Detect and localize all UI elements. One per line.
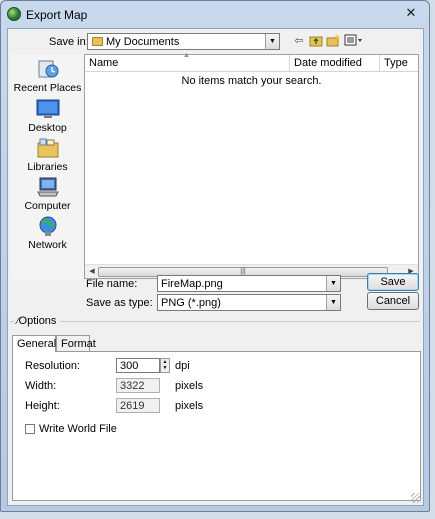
options-divider-right: [60, 321, 420, 322]
column-date-label: Date modified: [294, 57, 362, 69]
width-unit: pixels: [175, 380, 204, 392]
place-network[interactable]: Network: [11, 215, 84, 251]
width-label: Width:: [25, 380, 57, 392]
column-header-name[interactable]: Name ▲: [85, 52, 290, 71]
place-libraries[interactable]: Libraries: [11, 137, 84, 173]
desktop-icon: [36, 98, 60, 120]
view-menu-icon[interactable]: [344, 34, 364, 48]
window-title: Export Map: [26, 8, 88, 22]
height-label: Height:: [25, 400, 60, 412]
chevron-down-icon[interactable]: ▼: [265, 34, 279, 49]
resolution-label: Resolution:: [25, 360, 81, 372]
close-icon[interactable]: ✕: [403, 5, 419, 21]
stepper-down-icon[interactable]: ▼: [161, 365, 169, 371]
title-bar[interactable]: Export Map ✕: [1, 1, 429, 27]
write-world-file-checkbox[interactable]: [25, 424, 35, 434]
folder-icon: [92, 37, 103, 46]
save-in-value: My Documents: [106, 36, 180, 48]
file-name-value: FireMap.png: [161, 278, 223, 290]
sort-arrow-icon: ▲: [183, 52, 190, 59]
height-unit: pixels: [175, 400, 204, 412]
export-map-dialog: Export Map ✕ Save in: My Documents ▼ ⇦ R: [0, 0, 430, 512]
place-label: Computer: [24, 200, 71, 212]
column-header-type[interactable]: Type: [380, 55, 418, 71]
column-name-label: Name: [89, 57, 119, 69]
network-icon: [36, 215, 60, 237]
save-as-type-select[interactable]: PNG (*.png) ▼: [157, 294, 341, 311]
place-label: Libraries: [27, 161, 68, 173]
empty-message: No items match your search.: [181, 75, 322, 87]
place-label: Desktop: [28, 122, 67, 134]
resolution-unit: dpi: [175, 360, 190, 372]
save-in-label: Save in:: [49, 36, 89, 48]
place-computer[interactable]: Computer: [11, 176, 84, 212]
chevron-down-icon[interactable]: ▼: [326, 295, 340, 310]
header-divider: [85, 71, 418, 72]
computer-icon: [36, 176, 60, 198]
place-desktop[interactable]: Desktop: [11, 98, 84, 134]
libraries-icon: [36, 137, 60, 159]
resolution-input[interactable]: 300: [116, 358, 160, 373]
options-label: Options: [18, 315, 57, 327]
globe-app-icon: [7, 7, 21, 21]
save-in-combo[interactable]: My Documents ▼: [87, 33, 280, 50]
place-label: Recent Places: [13, 82, 82, 94]
place-label: Network: [28, 239, 67, 251]
options-toggle[interactable]: ⁄Options: [17, 315, 56, 327]
write-world-file-label: Write World File: [39, 423, 117, 435]
up-folder-icon[interactable]: [309, 34, 323, 48]
resolution-stepper[interactable]: ▲ ▼: [160, 358, 170, 373]
column-type-label: Type: [384, 57, 408, 69]
file-name-label: File name:: [86, 278, 138, 290]
general-tab-panel: Resolution: 300 ▲ ▼ dpi Width: 3322 pixe…: [12, 351, 421, 501]
recent-places-icon: [36, 58, 60, 80]
options-tabs: General Format Resolution: 300 ▲ ▼ dpi W…: [12, 335, 422, 503]
save-button[interactable]: Save: [367, 273, 419, 291]
tab-general[interactable]: General: [12, 335, 56, 352]
place-recent-places[interactable]: Recent Places: [11, 58, 84, 94]
save-as-type-label: Save as type:: [86, 297, 153, 309]
chevron-down-icon[interactable]: ▼: [326, 276, 340, 291]
resize-grip[interactable]: [411, 493, 421, 503]
places-bar: Recent Places Desktop Libraries Computer: [11, 54, 84, 279]
back-icon[interactable]: ⇦: [292, 34, 306, 48]
options-divider-left: [10, 321, 14, 322]
cancel-button[interactable]: Cancel: [367, 292, 419, 310]
file-list[interactable]: Name ▲ Date modified Type No items match…: [84, 52, 419, 279]
column-header-date-modified[interactable]: Date modified: [290, 55, 380, 71]
new-folder-icon[interactable]: [326, 34, 340, 48]
dialog-body: Save in: My Documents ▼ ⇦ Recent Places: [7, 28, 424, 506]
width-value: 3322: [116, 378, 160, 393]
scroll-left-icon[interactable]: ◀: [86, 266, 98, 278]
height-value: 2619: [116, 398, 160, 413]
save-as-type-value: PNG (*.png): [161, 297, 221, 309]
file-name-input[interactable]: FireMap.png ▼: [157, 275, 341, 292]
tab-format[interactable]: Format: [56, 335, 96, 351]
